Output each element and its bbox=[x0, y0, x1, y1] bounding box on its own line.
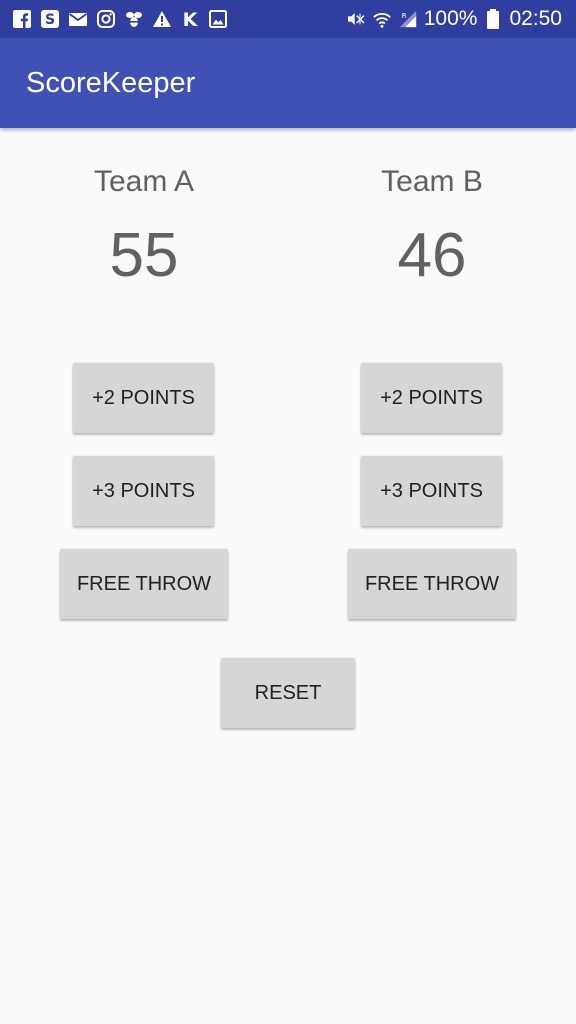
bee-icon bbox=[124, 9, 144, 29]
app-title: ScoreKeeper bbox=[26, 67, 196, 99]
alert-icon bbox=[152, 9, 172, 29]
team-a-plus-two-button[interactable]: +2 POINTS bbox=[73, 363, 214, 433]
team-a-panel: Team A 55 bbox=[0, 164, 288, 292]
svg-text:R: R bbox=[401, 11, 406, 20]
reset-button[interactable]: RESET bbox=[221, 658, 355, 728]
team-a-free-throw-button[interactable]: FREE THROW bbox=[60, 549, 228, 619]
team-b-plus-two-button[interactable]: +2 POINTS bbox=[361, 363, 502, 433]
signal-icon: R bbox=[398, 9, 418, 29]
svg-text:K: K bbox=[183, 9, 199, 29]
team-b-name: Team B bbox=[381, 165, 483, 198]
clock: 02:50 bbox=[509, 7, 562, 30]
skype-icon: S bbox=[40, 9, 60, 29]
team-b-plus-three-button[interactable]: +3 POINTS bbox=[361, 456, 502, 526]
team-a-name: Team A bbox=[93, 165, 195, 198]
team-b-free-throw-button[interactable]: FREE THROW bbox=[348, 549, 516, 619]
notification-icons: S K bbox=[12, 8, 228, 30]
team-b-panel: Team B 46 bbox=[288, 164, 576, 292]
svg-text:S: S bbox=[45, 12, 55, 28]
team-a-score: 55 bbox=[109, 221, 179, 290]
battery-percent: 100% bbox=[423, 7, 478, 30]
battery-icon bbox=[483, 9, 503, 29]
k-icon: K bbox=[180, 9, 200, 29]
mail-icon bbox=[68, 9, 88, 29]
status-bar: S K R 100% 02:50 bbox=[0, 0, 576, 38]
facebook-icon bbox=[12, 9, 32, 29]
mute-icon bbox=[346, 9, 366, 29]
system-status: R 100% 02:50 bbox=[346, 6, 562, 32]
app-bar: ScoreKeeper bbox=[0, 38, 576, 128]
team-a-plus-three-button[interactable]: +3 POINTS bbox=[73, 456, 214, 526]
instagram-icon bbox=[96, 9, 116, 29]
image-icon bbox=[208, 9, 228, 29]
wifi-icon bbox=[372, 9, 392, 29]
team-b-score: 46 bbox=[397, 221, 467, 290]
